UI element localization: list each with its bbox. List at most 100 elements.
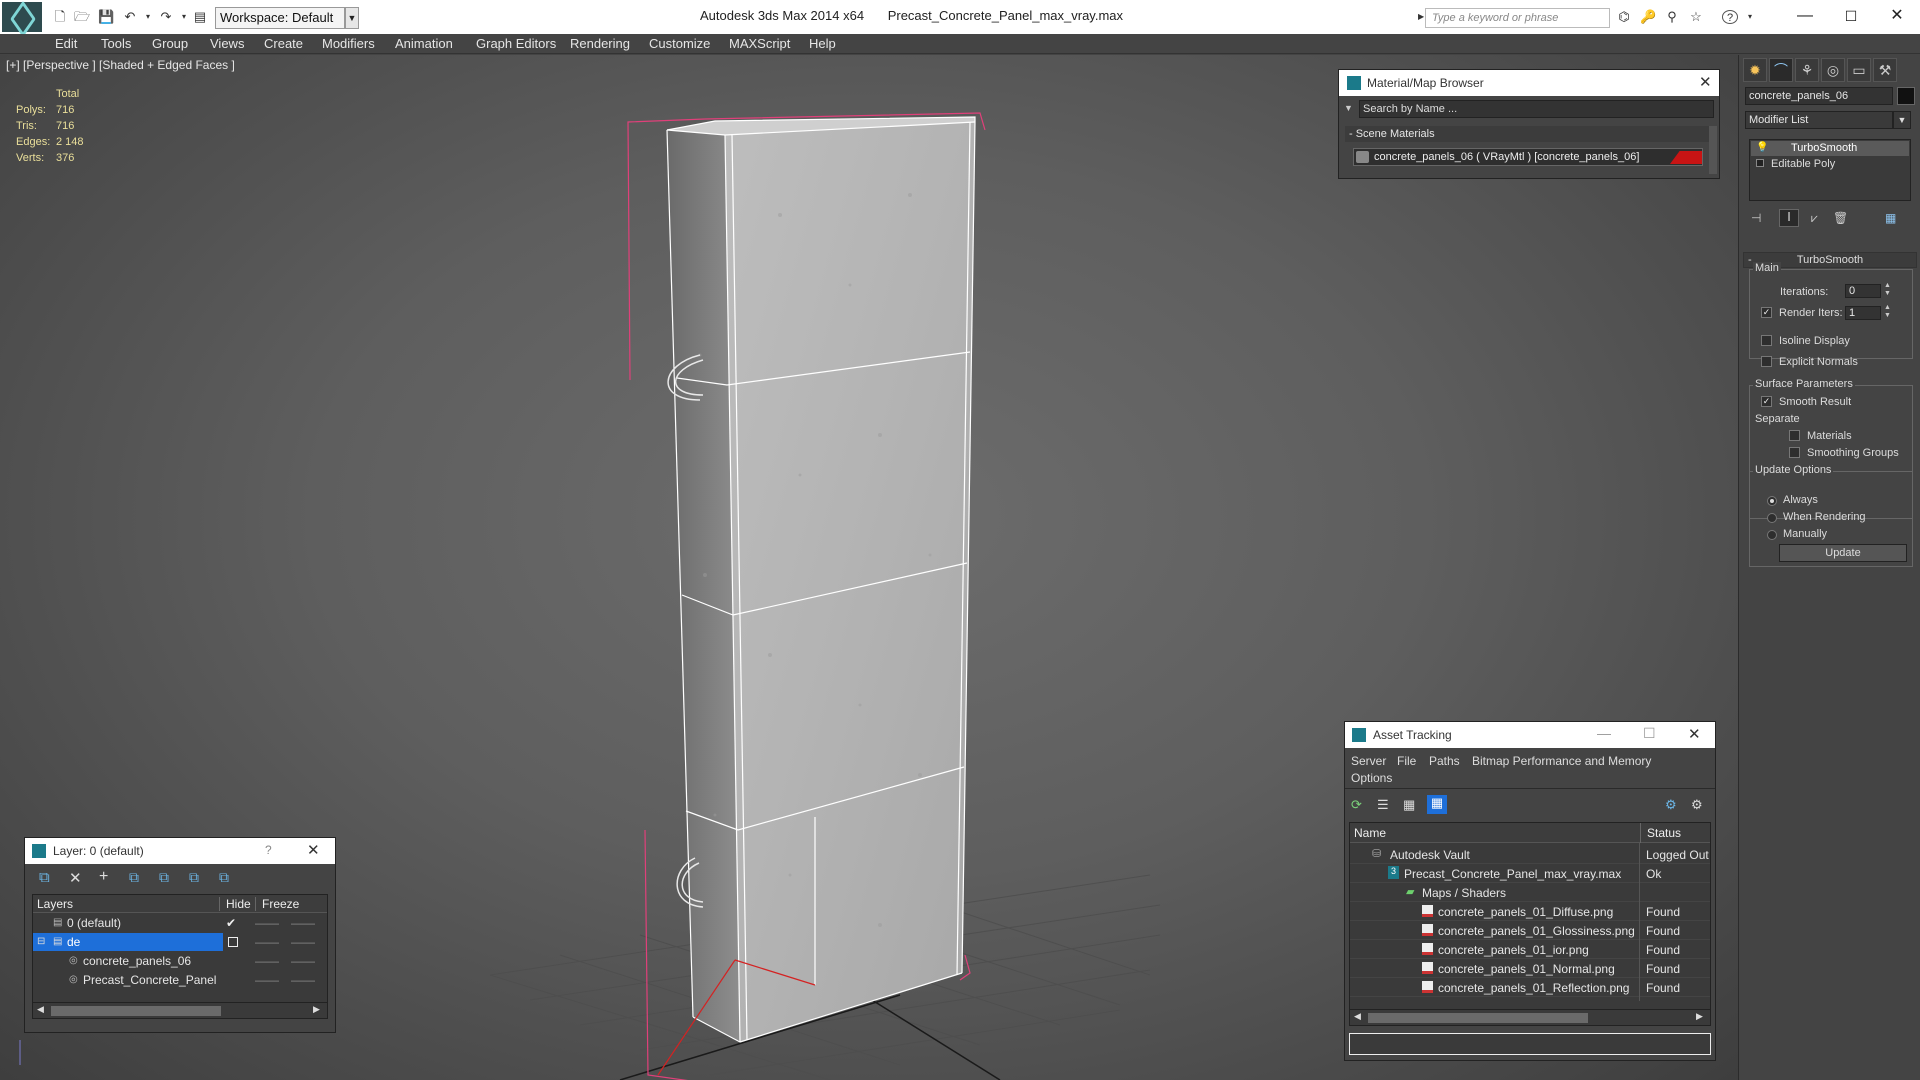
add-to-layer-icon[interactable]: + [99,868,108,886]
binoculars-icon[interactable]: ⌬ [1616,10,1632,24]
search-expand-icon[interactable]: ▶ [1418,12,1424,24]
layer-row-selected[interactable]: ⊟ ▤ de —— —— [33,933,327,951]
layer-row[interactable]: ◎ concrete_panels_06 —— —— [33,952,327,970]
asset-row[interactable]: ▰ Maps / Shaders [1350,883,1710,902]
hide-toggle[interactable]: —— [255,916,279,930]
communication-icon[interactable]: ⚲ [1664,10,1680,24]
asset-menu-bitmap-performance[interactable]: Bitmap Performance and Memory [1472,754,1651,768]
layer-window-close-icon[interactable]: ✕ [307,841,320,859]
update-manually-radio[interactable] [1767,530,1777,540]
layer-row[interactable]: ▤ 0 (default) ✔ —— —— [33,914,327,932]
asset-row[interactable]: ⛁ Autodesk Vault Logged Out [1350,845,1710,864]
iterations-spinner-arrows-icon[interactable]: ▲ ▼ [1884,282,1891,298]
utilities-tab-icon[interactable]: ⚒ [1873,58,1897,82]
search-options-icon[interactable]: ▼ [1344,103,1353,113]
scene-materials-header[interactable]: - Scene Materials [1345,126,1709,142]
asset-close-icon[interactable]: ✕ [1688,725,1701,743]
freeze-toggle[interactable]: —— [291,973,315,987]
col-layers[interactable]: Layers [37,897,73,911]
menu-tools[interactable]: Tools [101,36,131,51]
isoline-display-checkbox[interactable] [1761,335,1772,346]
freeze-toggle[interactable]: —— [291,954,315,968]
scroll-left-icon[interactable]: ◀ [1354,1011,1361,1022]
workspace-dropdown[interactable]: Workspace: Default [215,7,345,29]
material-browser-scrollbar[interactable] [1709,126,1717,174]
pin-stack-icon[interactable]: ⊣ [1751,211,1761,225]
configure-modifier-sets-icon[interactable]: ▦ [1885,211,1896,225]
asset-maximize-icon[interactable]: ☐ [1643,725,1656,742]
freeze-all-icon[interactable]: ⧉ [219,869,229,886]
viewport-label[interactable]: [+] [Perspective ] [Shaded + Edged Faces… [6,58,235,72]
menu-help[interactable]: Help [809,36,836,51]
asset-row[interactable]: concrete_panels_01_ior.png Found [1350,940,1710,959]
asset-row[interactable]: concrete_panels_01_Diffuse.png Found [1350,902,1710,921]
separate-materials-checkbox[interactable] [1789,430,1800,441]
modifier-list-chevron-icon[interactable]: ▼ [1893,111,1911,129]
asset-menu-server[interactable]: Server [1351,754,1386,768]
create-tab-icon[interactable]: ✹ [1743,58,1767,82]
iterations-spinner[interactable]: 0 [1845,284,1881,298]
layer-help-icon[interactable]: ? [265,843,272,857]
layer-row[interactable]: ◎ Precast_Concrete_Panel —— —— [33,971,327,989]
material-item[interactable]: concrete_panels_06 ( VRayMtl ) [concrete… [1353,148,1703,166]
menu-modifiers[interactable]: Modifiers [322,36,375,51]
current-layer-box[interactable] [228,937,238,947]
table-view-icon[interactable]: ▦ [1403,797,1415,813]
layer-window-titlebar[interactable]: Layer: 0 (default) ? ✕ [25,838,335,864]
col-freeze[interactable]: Freeze [255,897,299,911]
render-iters-checkbox[interactable]: ✓ [1761,307,1772,318]
scroll-right-icon[interactable]: ▶ [1696,1011,1703,1022]
menu-edit[interactable]: Edit [55,36,77,51]
col-status[interactable]: Status [1640,823,1681,843]
app-logo-icon[interactable] [2,2,42,32]
explicit-normals-checkbox[interactable] [1761,356,1772,367]
redo-dropdown-icon[interactable]: ▾ [176,10,192,24]
vault-settings-icon[interactable]: ⚙ [1691,797,1703,813]
scroll-right-icon[interactable]: ▶ [313,1004,320,1015]
rollout-collapse-icon[interactable]: - [1748,253,1752,267]
separate-smoothing-groups-checkbox[interactable] [1789,447,1800,458]
undo-dropdown-icon[interactable]: ▾ [140,10,156,24]
object-name-field[interactable]: concrete_panels_06 [1745,87,1893,105]
asset-menu-file[interactable]: File [1397,754,1416,768]
asset-tracking-titlebar[interactable]: Asset Tracking — ☐ ✕ [1345,722,1715,748]
col-hide[interactable]: Hide [219,897,251,911]
menu-views[interactable]: Views [210,36,244,51]
highlight-layer-icon[interactable]: ⧉ [159,869,169,886]
close-icon[interactable]: ✕ [1874,3,1920,29]
expand-box-icon[interactable] [1756,159,1764,167]
update-button[interactable]: Update [1779,544,1907,562]
refresh-icon[interactable]: ⟳ [1351,797,1362,813]
hide-all-icon[interactable]: ⧉ [189,869,199,886]
active-layer-check-icon[interactable]: ✔ [226,916,236,930]
stack-item-editable-poly[interactable]: Editable Poly [1751,157,1909,172]
menu-group[interactable]: Group [152,36,188,51]
menu-maxscript[interactable]: MAXScript [729,36,790,51]
hide-toggle[interactable]: —— [255,973,279,987]
asset-row[interactable]: concrete_panels_01_Reflection.png Found [1350,978,1710,997]
asset-row[interactable]: concrete_panels_01_Normal.png Found [1350,959,1710,978]
undo-icon[interactable]: ↶ [122,10,138,24]
modify-tab-icon[interactable]: ⌒ [1769,58,1793,82]
asset-row[interactable]: concrete_panels_01_Glossiness.png Found [1350,921,1710,940]
list-view-icon[interactable]: ☰ [1377,797,1389,813]
menu-graph-editors[interactable]: Graph Editors [476,36,556,51]
asset-path-field[interactable] [1349,1033,1711,1055]
create-layer-icon[interactable]: ⧉ [39,869,50,886]
update-when-rendering-radio[interactable] [1767,513,1777,523]
new-file-icon[interactable]: 🗋 [52,10,68,24]
material-browser-close-icon[interactable]: ✕ [1699,73,1712,91]
project-folder-icon[interactable]: ▤ [192,10,208,24]
asset-row[interactable]: 3 Precast_Concrete_Panel_max_vray.max Ok [1350,864,1710,883]
search-input[interactable]: Type a keyword or phrase [1425,8,1610,28]
motion-tab-icon[interactable]: ◎ [1821,58,1845,82]
asset-minimize-icon[interactable]: — [1597,725,1611,741]
scroll-left-icon[interactable]: ◀ [37,1004,44,1015]
render-iters-spinner[interactable]: 1 [1845,306,1881,320]
display-tab-icon[interactable]: ▭ [1847,58,1871,82]
menu-rendering[interactable]: Rendering [570,36,630,51]
freeze-toggle[interactable]: —— [291,935,315,949]
material-browser-titlebar[interactable]: Material/Map Browser ✕ [1339,70,1719,96]
open-file-icon[interactable]: 🗁 [74,10,90,24]
menu-create[interactable]: Create [264,36,303,51]
